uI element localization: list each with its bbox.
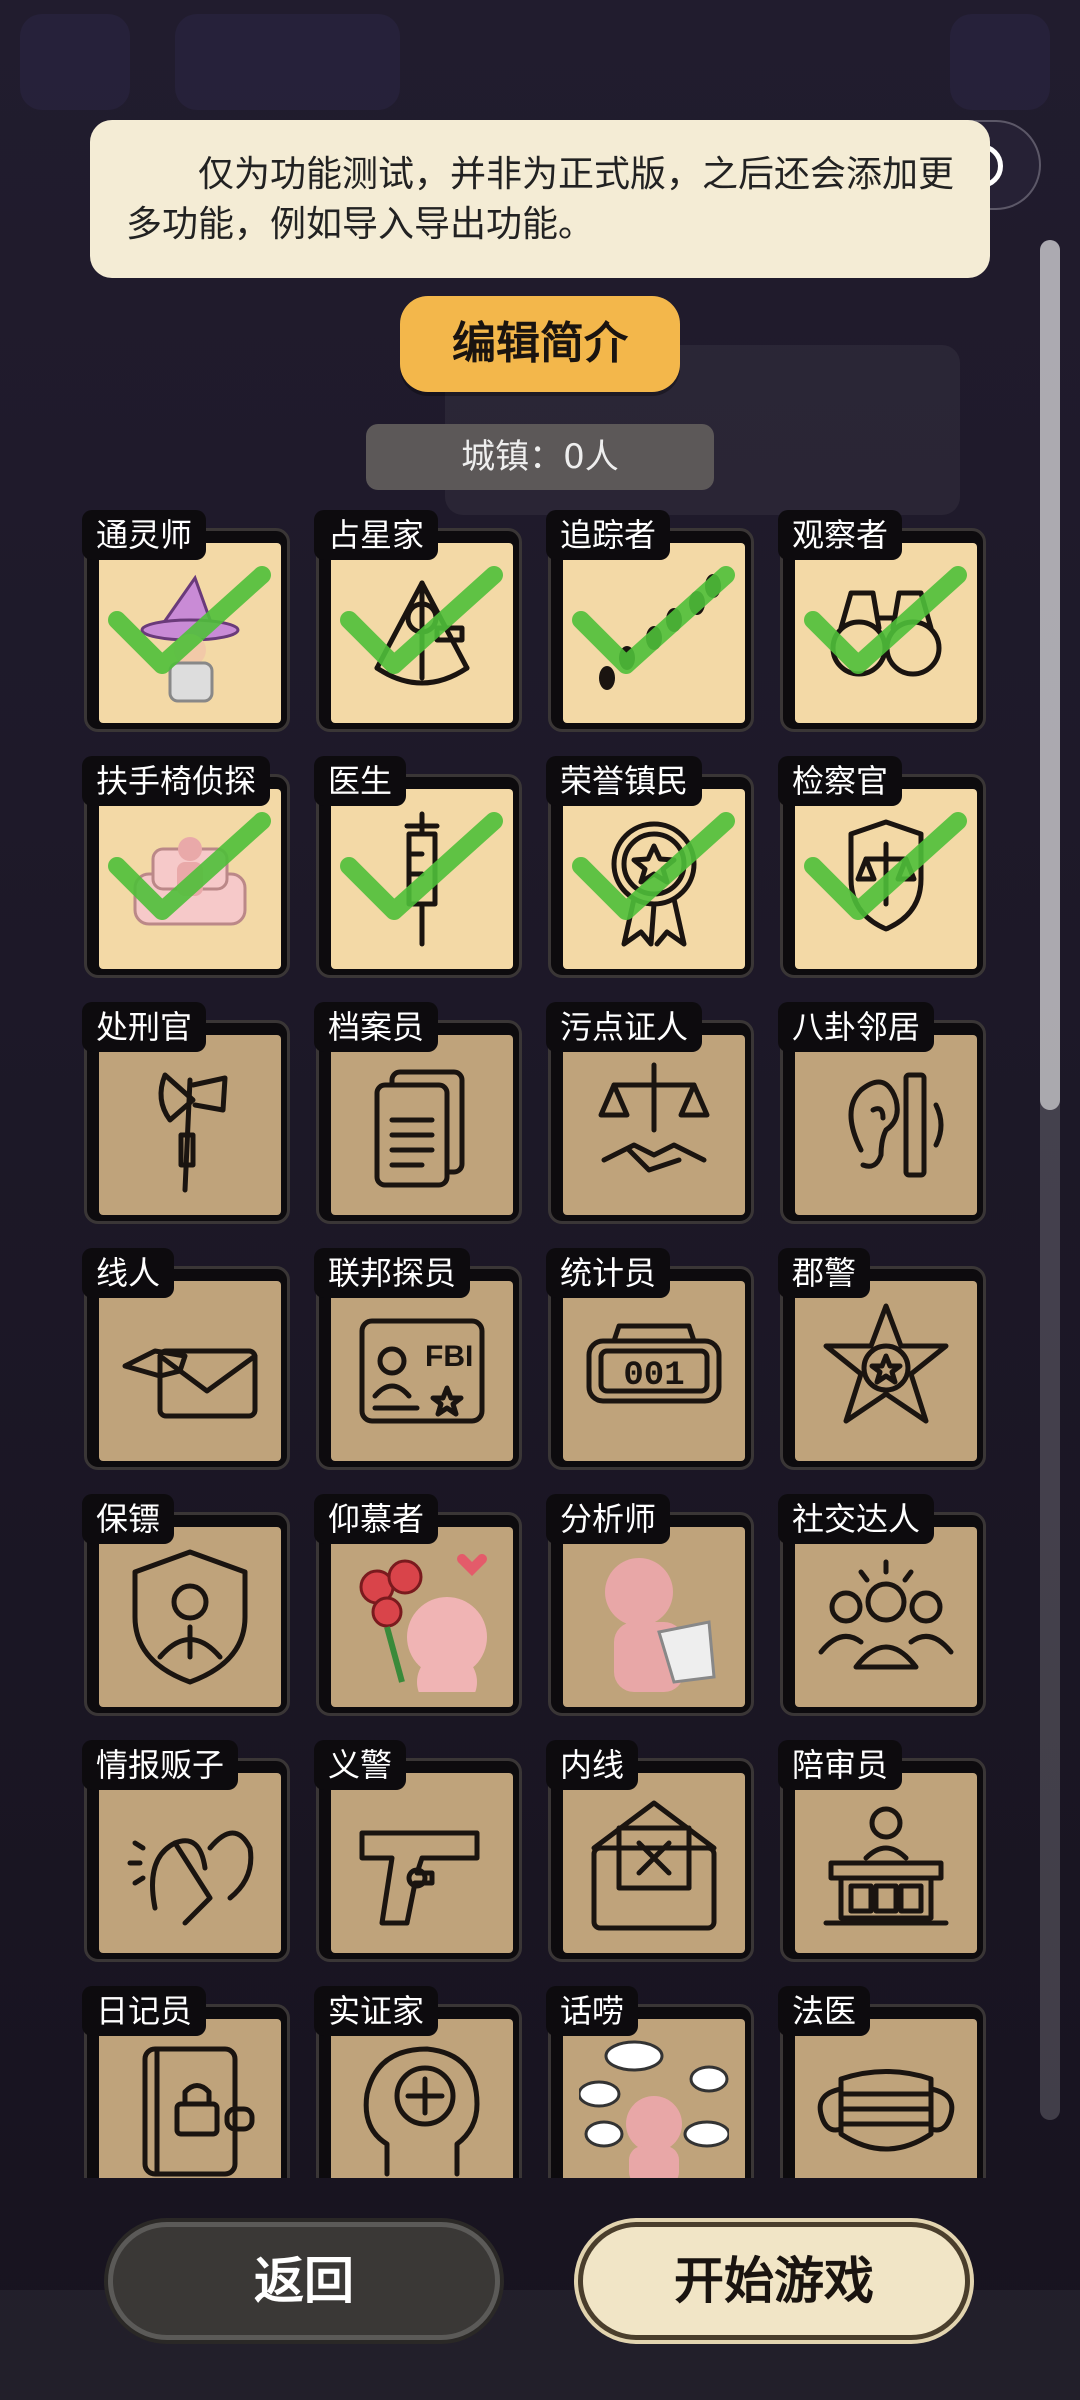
- role-card[interactable]: 内线: [546, 1740, 756, 1962]
- chatter-icon: [563, 2019, 745, 2178]
- role-name: 法医: [778, 1986, 871, 2036]
- locked-book-icon: [99, 2019, 281, 2178]
- notice-text: 仅为功能测试，并非为正式版，之后还会添加更多功能，例如导入导出功能。: [126, 154, 955, 245]
- role-name: 追踪者: [546, 510, 671, 560]
- role-name: 情报贩子: [82, 1740, 239, 1790]
- role-card[interactable]: 观察者: [778, 510, 988, 732]
- role-card[interactable]: 档案员: [314, 1002, 524, 1224]
- group-icon: [795, 1527, 977, 1707]
- start-game-button[interactable]: 开始游戏: [578, 2222, 970, 2340]
- role-name: 统计员: [546, 1248, 671, 1298]
- role-grid: 通灵师 占星家 追踪者 观察者扶手椅侦探 医生 荣誉镇民 检察官处刑官 档案员 污点证人 八卦邻居…: [82, 510, 1002, 2178]
- role-card[interactable]: 处刑官: [82, 1002, 292, 1224]
- faded-music-icon: [950, 14, 1050, 110]
- faded-energy-badge: [175, 14, 400, 110]
- pistol-icon: [331, 1773, 513, 1953]
- role-card[interactable]: 法医: [778, 1986, 988, 2178]
- check-icon: [108, 566, 271, 674]
- edit-intro-button[interactable]: 编辑简介: [400, 296, 680, 392]
- back-button[interactable]: 返回: [108, 2222, 500, 2340]
- role-name: 污点证人: [546, 1002, 703, 1052]
- role-name: 线人: [82, 1248, 175, 1298]
- axe-icon: [99, 1035, 281, 1215]
- counter-digits: 001: [623, 1357, 684, 1395]
- scrollbar-thumb[interactable]: [1040, 240, 1060, 1110]
- counter-icon: 001: [563, 1281, 745, 1461]
- role-card[interactable]: 扶手椅侦探: [82, 756, 292, 978]
- role-name: 检察官: [778, 756, 903, 806]
- role-name: 观察者: [778, 510, 903, 560]
- role-name: 义警: [314, 1740, 407, 1790]
- role-card[interactable]: 实证家: [314, 1986, 524, 2178]
- head-plus-icon: [331, 2019, 513, 2178]
- role-name: 扶手椅侦探: [82, 756, 271, 806]
- roses-icon: [331, 1527, 513, 1707]
- role-card[interactable]: 追踪者: [546, 510, 756, 732]
- check-icon: [804, 566, 967, 674]
- role-name: 陪审员: [778, 1740, 903, 1790]
- notice-banner: 仅为功能测试，并非为正式版，之后还会添加更多功能，例如导入导出功能。: [90, 120, 990, 278]
- ear-icon: [795, 1035, 977, 1215]
- role-name: 占星家: [314, 510, 439, 560]
- role-name: 仰慕者: [314, 1494, 439, 1544]
- role-name: 通灵师: [82, 510, 207, 560]
- role-card[interactable]: 郡警: [778, 1248, 988, 1470]
- role-card[interactable]: 社交达人: [778, 1494, 988, 1716]
- role-name: 分析师: [546, 1494, 671, 1544]
- role-name: 联邦探员: [314, 1248, 471, 1298]
- role-name: 郡警: [778, 1248, 871, 1298]
- role-name: 话唠: [546, 1986, 639, 2036]
- fbi-card-icon: FBI: [331, 1281, 513, 1461]
- role-name: 日记员: [82, 1986, 207, 2036]
- role-card[interactable]: 陪审员: [778, 1740, 988, 1962]
- role-card[interactable]: FBI 联邦探员: [314, 1248, 524, 1470]
- envelope-x-icon: [563, 1773, 745, 1953]
- fbi-text: FBI: [425, 1340, 473, 1373]
- role-card[interactable]: 义警: [314, 1740, 524, 1962]
- jury-box-icon: [795, 1773, 977, 1953]
- role-name: 内线: [546, 1740, 639, 1790]
- role-card[interactable]: 仰慕者: [314, 1494, 524, 1716]
- role-card[interactable]: 医生: [314, 756, 524, 978]
- whisper-icon: [99, 1773, 281, 1953]
- role-card[interactable]: 八卦邻居: [778, 1002, 988, 1224]
- thinking-person-icon: [563, 1527, 745, 1707]
- role-card[interactable]: 通灵师: [82, 510, 292, 732]
- role-card[interactable]: 001 统计员: [546, 1248, 756, 1470]
- role-card[interactable]: 情报贩子: [82, 1740, 292, 1962]
- role-card[interactable]: 话唠: [546, 1986, 756, 2178]
- role-card[interactable]: 日记员: [82, 1986, 292, 2178]
- role-name: 实证家: [314, 1986, 439, 2036]
- role-card[interactable]: 污点证人: [546, 1002, 756, 1224]
- mask-icon: [795, 2019, 977, 2178]
- role-name: 荣誉镇民: [546, 756, 703, 806]
- role-name: 社交达人: [778, 1494, 935, 1544]
- scrollbar[interactable]: [1040, 240, 1060, 2120]
- role-card[interactable]: 占星家: [314, 510, 524, 732]
- sheriff-star-icon: [795, 1281, 977, 1461]
- shield-person-icon: [99, 1527, 281, 1707]
- town-count: 城镇：0人: [366, 424, 714, 490]
- check-icon: [804, 812, 967, 920]
- check-icon: [572, 566, 735, 674]
- envelope-hand-icon: [99, 1281, 281, 1461]
- check-icon: [340, 812, 503, 920]
- role-name: 处刑官: [82, 1002, 207, 1052]
- scales-handshake-icon: [563, 1035, 745, 1215]
- check-icon: [572, 812, 735, 920]
- role-card[interactable]: 检察官: [778, 756, 988, 978]
- faded-notes-icon: [20, 14, 130, 110]
- role-card[interactable]: 线人: [82, 1248, 292, 1470]
- check-icon: [340, 566, 503, 674]
- role-card[interactable]: 荣誉镇民: [546, 756, 756, 978]
- role-card[interactable]: 保镖: [82, 1494, 292, 1716]
- role-card[interactable]: 分析师: [546, 1494, 756, 1716]
- documents-icon: [331, 1035, 513, 1215]
- role-name: 档案员: [314, 1002, 439, 1052]
- role-name: 八卦邻居: [778, 1002, 935, 1052]
- role-name: 医生: [314, 756, 407, 806]
- check-icon: [108, 812, 271, 920]
- role-name: 保镖: [82, 1494, 175, 1544]
